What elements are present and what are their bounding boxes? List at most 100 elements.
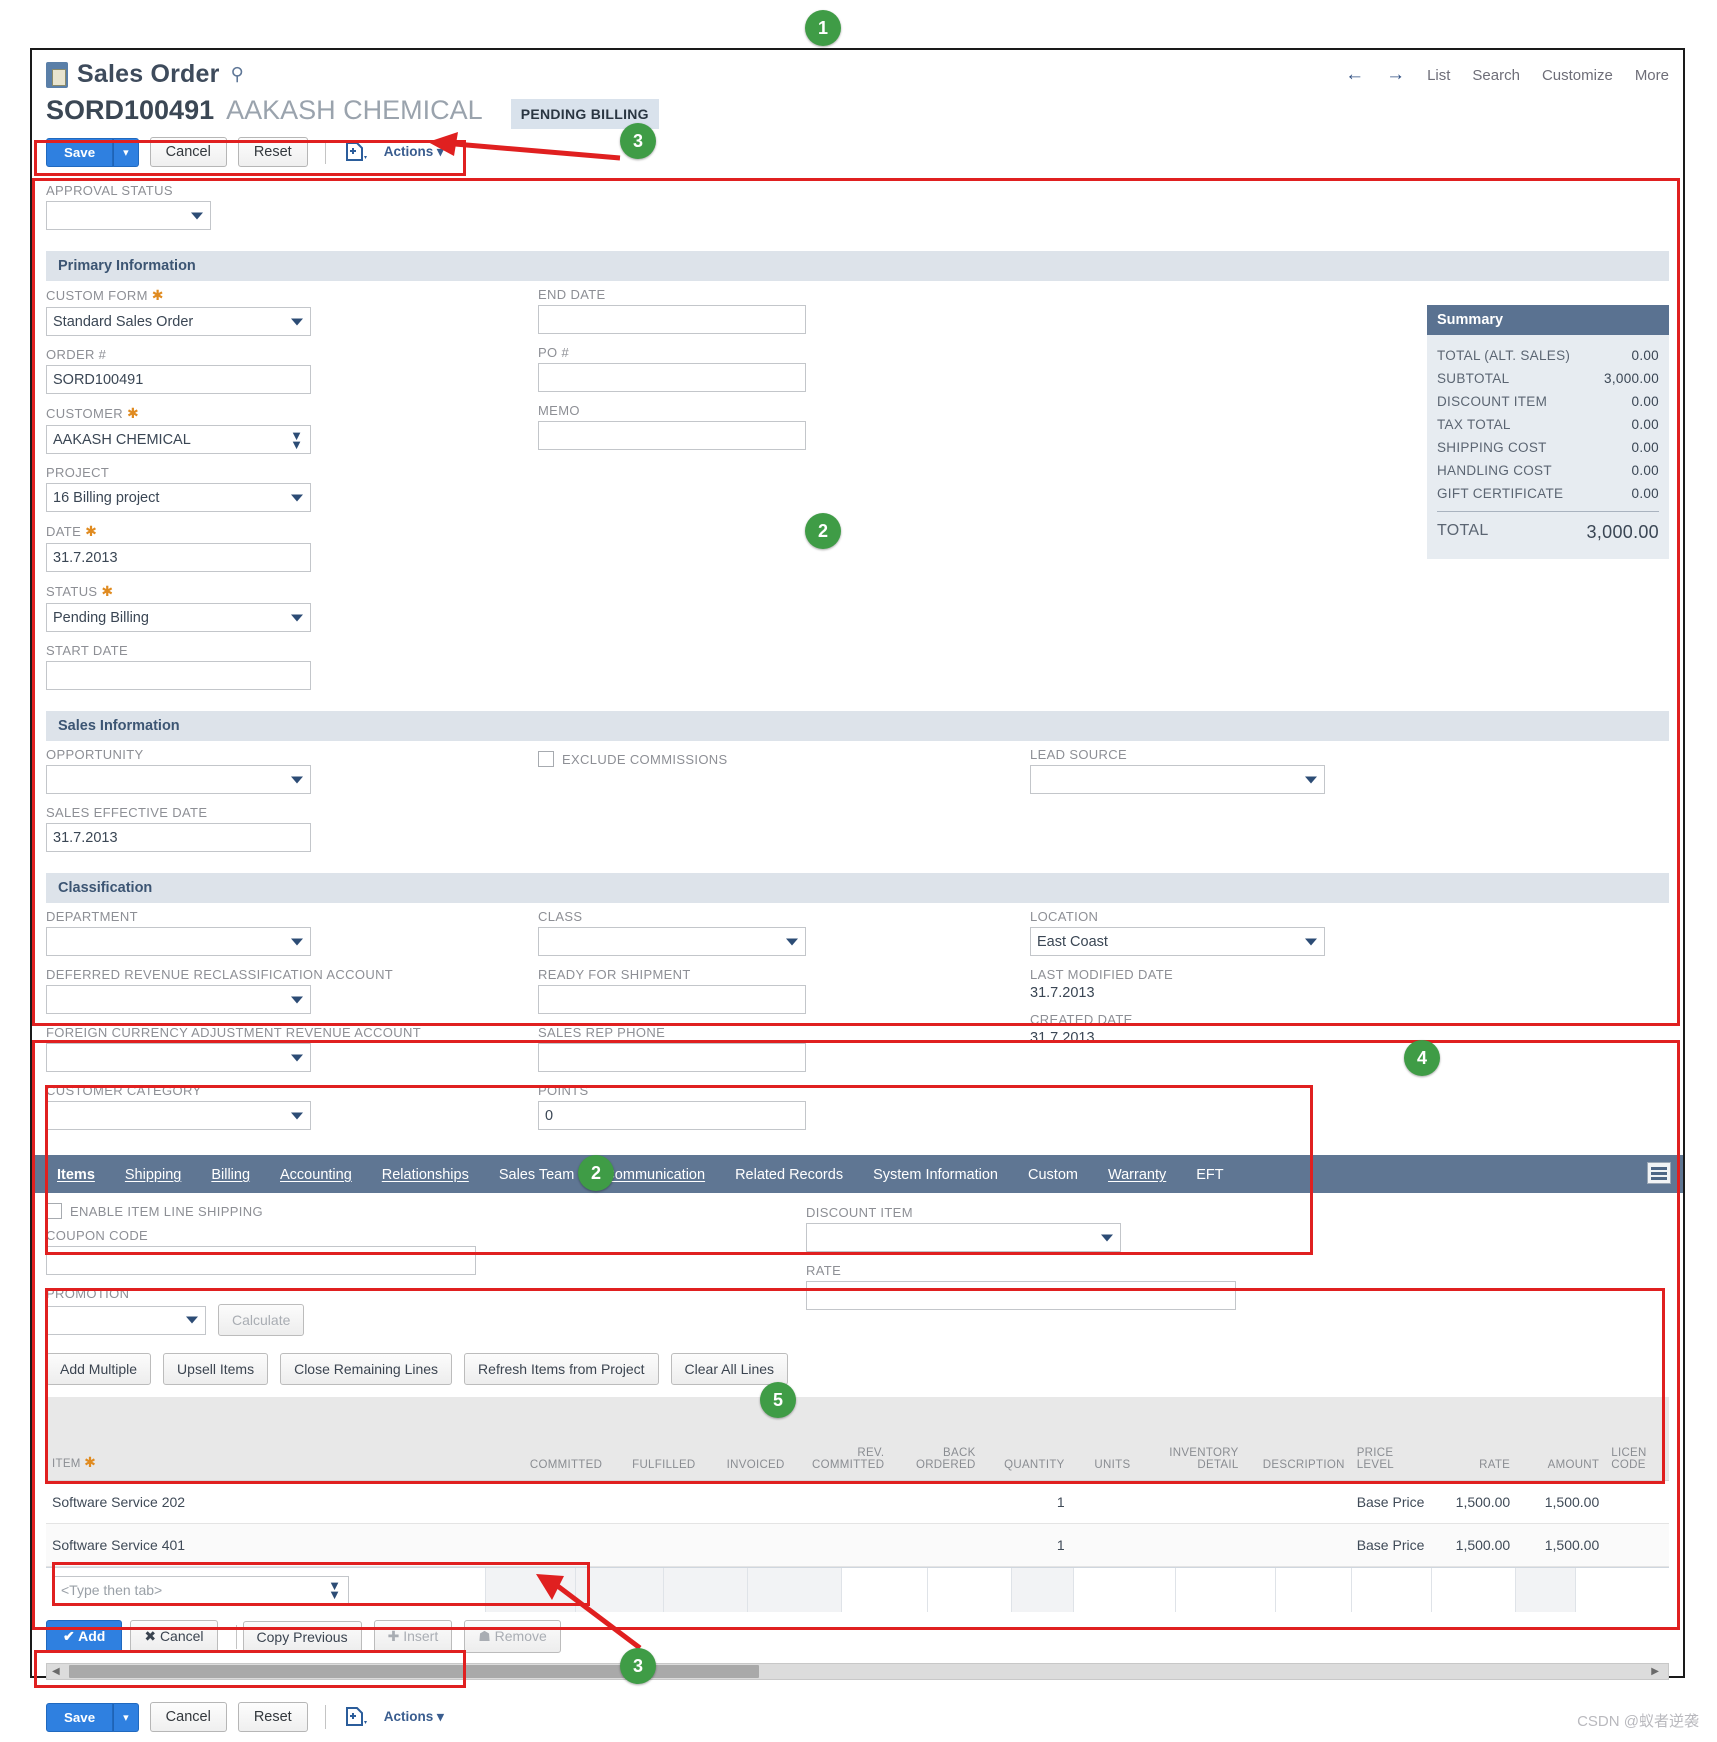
- close-remaining-lines-button[interactable]: Close Remaining Lines: [280, 1353, 453, 1385]
- cell-committed[interactable]: [512, 1523, 609, 1568]
- cell-invoiced[interactable]: [701, 1480, 791, 1525]
- col-description[interactable]: DESCRIPTION: [1244, 1441, 1351, 1481]
- tab-system-information[interactable]: System Information: [858, 1158, 1013, 1193]
- col-units[interactable]: UNITS: [1070, 1441, 1137, 1481]
- new-line-cell[interactable]: [1176, 1568, 1276, 1613]
- tab-items[interactable]: Items: [42, 1158, 110, 1193]
- col-inventory-detail[interactable]: INVENTORY DETAIL: [1136, 1441, 1245, 1481]
- grid-view-toggle-icon[interactable]: [1647, 1162, 1671, 1184]
- enable-item-line-shipping-group[interactable]: ENABLE ITEM LINE SHIPPING: [46, 1203, 786, 1219]
- search-icon[interactable]: ⚲: [231, 64, 244, 85]
- new-line-cell[interactable]: [842, 1568, 928, 1613]
- new-line-item-cell[interactable]: <Type then tab> ▼ ▼: [46, 1568, 486, 1613]
- sales-rep-phone-input[interactable]: [538, 1043, 806, 1072]
- forward-arrow-icon[interactable]: →: [1386, 64, 1405, 86]
- col-license-code[interactable]: LICEN CODE: [1605, 1441, 1669, 1481]
- tab-related-records[interactable]: Related Records: [720, 1158, 858, 1193]
- deferred-revenue-select[interactable]: [46, 985, 311, 1014]
- attach-file-icon[interactable]: [343, 140, 369, 164]
- foreign-currency-select[interactable]: [46, 1043, 311, 1072]
- memo-input[interactable]: [538, 421, 806, 450]
- new-line-cell[interactable]: [1516, 1568, 1576, 1613]
- cell-rate[interactable]: 1,500.00: [1431, 1523, 1517, 1568]
- coupon-code-input[interactable]: [46, 1246, 476, 1275]
- col-rate[interactable]: RATE: [1431, 1441, 1517, 1481]
- project-select[interactable]: 16 Billing project: [46, 483, 311, 512]
- po-input[interactable]: [538, 363, 806, 392]
- cell-license-code[interactable]: [1605, 1523, 1669, 1568]
- cell-units[interactable]: [1070, 1523, 1137, 1568]
- tab-shipping[interactable]: Shipping: [110, 1158, 196, 1193]
- cell-quantity[interactable]: 1: [981, 1480, 1071, 1525]
- sales-effective-date-input[interactable]: 31.7.2013: [46, 823, 311, 852]
- date-input[interactable]: 31.7.2013: [46, 543, 311, 572]
- customer-input[interactable]: AAKASH CHEMICAL ▼ ▼: [46, 425, 311, 454]
- cell-fulfilled[interactable]: [608, 1480, 702, 1525]
- tab-accounting[interactable]: Accounting: [265, 1158, 367, 1193]
- col-committed[interactable]: COMMITTED: [512, 1441, 609, 1481]
- new-line-cell[interactable]: [928, 1568, 1012, 1613]
- col-back-ordered[interactable]: BACK ORDERED: [890, 1441, 982, 1481]
- cell-inventory-detail[interactable]: [1136, 1480, 1245, 1525]
- nav-search-link[interactable]: Search: [1472, 67, 1520, 84]
- cell-price-level[interactable]: Base Price: [1350, 1480, 1432, 1525]
- cell-item[interactable]: Software Service 401: [46, 1523, 513, 1568]
- cell-description[interactable]: [1244, 1480, 1351, 1525]
- back-arrow-icon[interactable]: ←: [1345, 64, 1364, 86]
- col-item[interactable]: ITEM ✱: [46, 1441, 513, 1481]
- new-line-cell[interactable]: [1012, 1568, 1074, 1613]
- copy-previous-button[interactable]: Copy Previous: [242, 1620, 362, 1653]
- end-date-input[interactable]: [538, 305, 806, 334]
- new-line-cell[interactable]: [664, 1568, 748, 1613]
- lead-source-select[interactable]: [1030, 765, 1325, 794]
- new-line-cell[interactable]: [1276, 1568, 1352, 1613]
- cell-rate[interactable]: 1,500.00: [1431, 1480, 1517, 1525]
- ready-for-shipment-input[interactable]: [538, 985, 806, 1014]
- col-quantity[interactable]: QUANTITY: [981, 1441, 1071, 1481]
- table-row[interactable]: Software Service 202 1 Base Price 1,500.…: [46, 1480, 1669, 1525]
- order-number-input[interactable]: SORD100491: [46, 365, 311, 394]
- cancel-button[interactable]: Cancel: [149, 137, 227, 167]
- cell-price-level[interactable]: Base Price: [1350, 1523, 1432, 1568]
- attach-file-icon-bottom[interactable]: [343, 1705, 369, 1729]
- tab-custom[interactable]: Custom: [1013, 1158, 1093, 1193]
- new-line-cell[interactable]: [1432, 1568, 1516, 1613]
- tab-eft[interactable]: EFT: [1181, 1158, 1238, 1193]
- save-split-button-bottom[interactable]: Save ▾: [46, 1702, 139, 1732]
- cell-back-ordered[interactable]: [890, 1523, 982, 1568]
- enable-item-line-shipping-checkbox[interactable]: [46, 1203, 62, 1219]
- points-input[interactable]: 0: [538, 1101, 806, 1130]
- cell-committed[interactable]: [512, 1480, 609, 1525]
- class-select[interactable]: [538, 927, 806, 956]
- cell-description[interactable]: [1244, 1523, 1351, 1568]
- cell-inventory-detail[interactable]: [1136, 1523, 1245, 1568]
- refresh-items-from-project-button[interactable]: Refresh Items from Project: [464, 1353, 659, 1385]
- new-line-cell[interactable]: [1074, 1568, 1176, 1613]
- add-line-button[interactable]: ✔ Add: [46, 1620, 123, 1654]
- new-line-cell[interactable]: [1352, 1568, 1432, 1613]
- tab-relationships[interactable]: Relationships: [367, 1158, 484, 1193]
- exclude-commissions-checkbox[interactable]: [538, 751, 554, 767]
- scroll-right-arrow-icon[interactable]: ▶: [1646, 1666, 1664, 1677]
- cell-back-ordered[interactable]: [890, 1480, 982, 1525]
- calculate-button[interactable]: Calculate: [218, 1304, 305, 1336]
- cell-invoiced[interactable]: [701, 1523, 791, 1568]
- clear-all-lines-button[interactable]: Clear All Lines: [670, 1353, 789, 1385]
- col-rev-committed[interactable]: REV. COMMITTED: [790, 1441, 891, 1481]
- table-row[interactable]: Software Service 401 1 Base Price 1,500.…: [46, 1523, 1669, 1568]
- approval-status-select[interactable]: [46, 201, 211, 230]
- reset-button-bottom[interactable]: Reset: [237, 1702, 308, 1733]
- cell-license-code[interactable]: [1605, 1480, 1669, 1525]
- save-dropdown-caret-icon[interactable]: ▾: [113, 137, 139, 167]
- exclude-commissions-group[interactable]: EXCLUDE COMMISSIONS: [538, 751, 1030, 767]
- col-invoiced[interactable]: INVOICED: [701, 1441, 791, 1481]
- save-button-bottom[interactable]: Save: [46, 1702, 114, 1732]
- save-split-button[interactable]: Save ▾: [46, 137, 139, 167]
- actions-menu-bottom[interactable]: Actions ▾: [384, 1709, 444, 1725]
- reset-button[interactable]: Reset: [237, 137, 308, 167]
- status-select[interactable]: Pending Billing: [46, 603, 311, 632]
- insert-line-button[interactable]: ✚ Insert: [373, 1620, 453, 1654]
- custom-form-select[interactable]: Standard Sales Order: [46, 307, 311, 336]
- items-horizontal-scrollbar[interactable]: ◀ ▶: [46, 1663, 1669, 1681]
- nav-list-link[interactable]: List: [1427, 67, 1450, 84]
